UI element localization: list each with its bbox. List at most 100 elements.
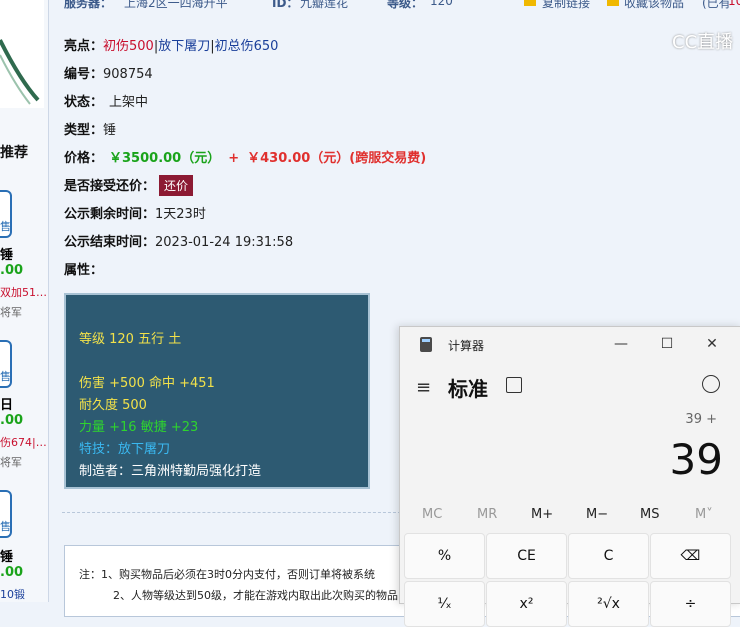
attr-special-skill: 特技：放下屠刀 [79,442,171,457]
memory-recall-button[interactable]: MR [477,507,497,522]
level-value: 120 [430,0,453,8]
copy-link-icon [524,0,536,6]
square-root-key[interactable]: ²√x [568,581,649,627]
attr-label: 属性： [64,263,104,278]
calculator-app-icon [420,337,432,352]
close-button[interactable]: ✕ [697,333,727,355]
memory-store-button[interactable]: MS [640,507,659,522]
sale-badge: 售 [0,190,12,238]
price-label: 价格： [64,151,104,166]
server-label: 服务器： [64,0,113,10]
id-value: 九瓣莲花 [300,0,349,10]
menu-icon[interactable]: ≡ [416,377,431,398]
type-row: 类型：锤 [64,119,116,138]
sidebar-item-name: 日 [0,398,14,413]
price-value: ￥3500.00（元） [109,151,221,166]
sidebar-item-price: .00 [0,413,24,428]
item-thumbnail-image [0,39,40,105]
sidebar-item[interactable]: 售 日 .00 伤674|… 将军 [0,340,48,470]
remaining-label: 公示剩余时间： [64,207,156,222]
type-value: 锤 [103,123,117,138]
highlight-tag: 初总伤650 [214,39,279,54]
type-label: 类型： [64,123,104,138]
number-label: 编号： [64,67,104,82]
attr-strength-agility: 力量 +16 敏捷 +23 [79,420,199,435]
clear-entry-key[interactable]: CE [486,533,567,579]
attributes-box: 等级 120 五行 土 伤害 +500 命中 +451 耐久度 500 力量 +… [64,293,370,489]
end-time-value: 2023-01-24 19:31:58 [155,235,294,250]
end-time-row: 公示结束时间：2023-01-24 19:31:58 [64,231,293,250]
attr-row: 属性： [64,259,103,278]
maximize-button[interactable]: ☐ [652,333,682,355]
status-value: 上架中 [109,95,149,110]
window-title: 计算器 [448,339,485,353]
attr-level-element: 等级 120 五行 土 [79,332,182,347]
bargain-row: 是否接受还价： 还价 [64,175,194,196]
reciprocal-key[interactable]: ⅟ₓ [404,581,485,627]
sidebar-item[interactable]: 售 锤 .00 双加51… 将军 [0,190,48,320]
divide-key[interactable]: ÷ [650,581,731,627]
backspace-key[interactable]: ⌫ [650,533,731,579]
square-key[interactable]: x² [486,581,567,627]
sidebar-thumbnail[interactable] [0,0,44,108]
highlight-tag: 放下屠刀 [158,39,211,54]
item-topbar: 服务器： 上海2区一四海升平 ID： 九瓣莲花 等级： 120 复制链接 收藏该… [52,0,740,12]
history-icon[interactable] [702,375,720,393]
id-label: ID： [272,0,299,10]
result-display: 39 [669,435,723,484]
minimize-button[interactable]: — [606,333,636,355]
sidebar-item-desc: 10锻 [0,588,25,601]
favorite-link[interactable]: 收藏该物品 [624,0,684,11]
sale-badge: 售 [0,340,12,388]
remaining-value: 1天23时 [155,207,206,222]
number-value: 908754 [103,67,153,82]
fee-value: ￥430.00（元）(跨服交易费) [247,151,427,166]
keep-on-top-icon[interactable] [506,377,522,393]
number-row: 编号：908754 [64,63,153,82]
calculator-window[interactable]: 计算器 — ☐ ✕ ≡ 标准 39 + 39 MC MR M+ M− MS M˅… [399,326,740,627]
sidebar-item-name: 锤 [0,248,14,263]
sidebar-item-seller: 将军 [0,456,22,469]
sidebar-item-desc: 双加51… [0,286,47,299]
watermark-logo: CC直播 [672,32,734,53]
level-label: 等级： [387,0,424,10]
highlights-row: 亮点：初伤500|放下屠刀|初总伤650 [64,35,278,54]
remaining-row: 公示剩余时间：1天23时 [64,203,206,222]
sale-badge: 售 [0,490,12,538]
sidebar-item-desc: 伤674|… [0,436,47,449]
note-line: 2、人物等级达到50级，才能在游戏内取出此次购买的物品 [113,589,398,602]
sidebar-item-seller: 将军 [0,306,22,319]
sidebar-item-name: 锤 [0,550,14,565]
server-value: 上海2区一四海升平 [124,0,228,10]
attr-damage-hit: 伤害 +500 命中 +451 [79,376,215,391]
favorite-icon [607,0,619,6]
highlight-tag: 初伤500 [103,39,154,54]
sidebar-item[interactable]: 售 锤 .00 10锻 [0,490,48,602]
owned-count-prefix: (已有 [702,0,731,10]
price-plus: + [228,151,240,166]
sidebar-heading: 推荐 [0,145,28,161]
attr-maker: 制造者：三角洲特勤局强化打造 [79,464,262,479]
copy-link[interactable]: 复制链接 [542,0,590,11]
end-time-label: 公示结束时间： [64,235,156,250]
memory-list-button[interactable]: M˅ [695,507,713,522]
attr-durability: 耐久度 500 [79,398,147,413]
bargain-label: 是否接受还价： [64,179,156,194]
highlights-label: 亮点： [64,39,104,54]
note-line: 注：1、购买物品后必须在3时0分内支付，否则订单将被系统 [79,568,375,581]
status-row: 状态： 上架中 [64,91,148,110]
memory-subtract-button[interactable]: M− [586,507,608,522]
status-label: 状态： [64,95,104,110]
sidebar-item-price: .00 [0,565,24,580]
owned-count: 10 [728,0,740,8]
clear-key[interactable]: C [568,533,649,579]
memory-clear-button[interactable]: MC [422,507,442,522]
sidebar-item-price: .00 [0,263,24,278]
price-row: 价格： ￥3500.00（元） + ￥430.00（元）(跨服交易费) [64,147,426,166]
mode-title: 标准 [448,377,488,401]
recommend-sidebar: 推荐 售 锤 .00 双加51… 将军 售 日 .00 伤674|… 将军 售 … [0,0,49,602]
memory-add-button[interactable]: M+ [531,507,553,522]
expression-display: 39 + [685,412,717,427]
percent-key[interactable]: % [404,533,485,579]
bargain-button[interactable]: 还价 [159,175,194,196]
